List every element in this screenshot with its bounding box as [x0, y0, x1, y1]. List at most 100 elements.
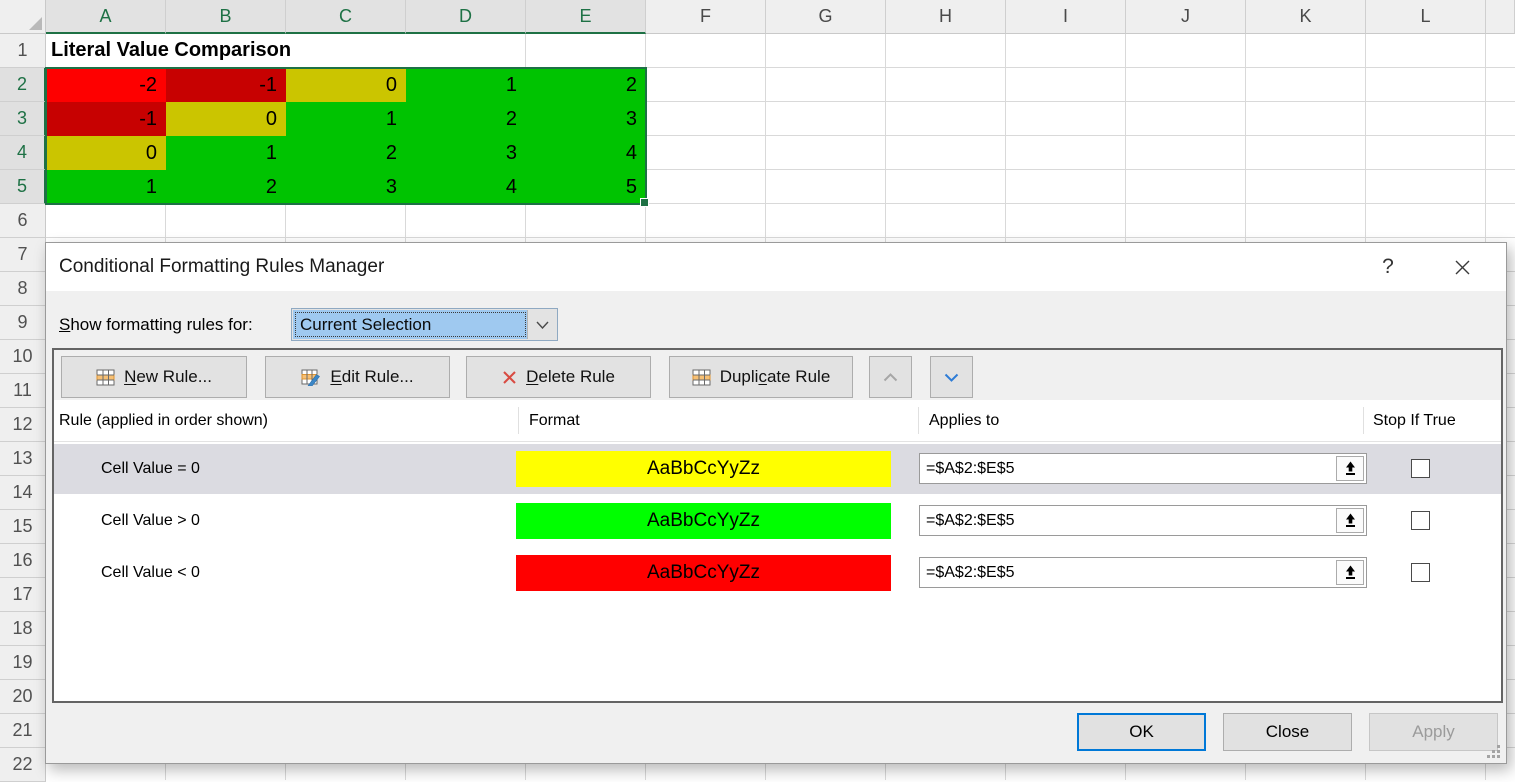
format-preview: AaBbCcYyZz — [516, 451, 891, 487]
duplicate-rule-button[interactable]: Duplicate Rule — [669, 356, 853, 398]
new-rule-button[interactable]: New Rule... — [61, 356, 247, 398]
column-header-h[interactable]: H — [886, 0, 1006, 34]
rules-list: Rule (applied in order shown) Format App… — [54, 400, 1501, 701]
close-icon[interactable] — [1454, 259, 1471, 276]
dialog-title: Conditional Formatting Rules Manager — [59, 243, 384, 291]
cell-e3[interactable]: 3 — [526, 102, 646, 136]
row-header-21[interactable]: 21 — [0, 714, 46, 748]
chevron-up-icon — [883, 373, 898, 382]
edit-rule-button[interactable]: Edit Rule... — [265, 356, 450, 398]
row-header-12[interactable]: 12 — [0, 408, 46, 442]
cell-e2[interactable]: 2 — [526, 68, 646, 102]
column-header-b[interactable]: B — [166, 0, 286, 34]
delete-rule-button[interactable]: Delete Rule — [466, 356, 651, 398]
new-rule-label: New Rule... — [124, 367, 212, 387]
table-edit-icon — [301, 369, 321, 386]
rule-row-2[interactable]: Cell Value > 0AaBbCcYyZz=$A$2:$E$5 — [54, 496, 1501, 546]
rule-rows: Cell Value = 0AaBbCcYyZz=$A$2:$E$5Cell V… — [54, 444, 1501, 598]
row-header-1[interactable]: 1 — [0, 34, 46, 68]
move-up-button[interactable] — [869, 356, 912, 398]
row-header-19[interactable]: 19 — [0, 646, 46, 680]
row-header-10[interactable]: 10 — [0, 340, 46, 374]
cell-b2[interactable]: -1 — [166, 68, 286, 102]
column-header-l[interactable]: L — [1366, 0, 1486, 34]
cell-c5[interactable]: 3 — [286, 170, 406, 204]
cell-c3[interactable]: 1 — [286, 102, 406, 136]
cell-b3[interactable]: 0 — [166, 102, 286, 136]
column-header-c[interactable]: C — [286, 0, 406, 34]
applies-to-value: =$A$2:$E$5 — [926, 506, 1015, 535]
header-rule: Rule (applied in order shown) — [59, 400, 268, 441]
cell-d2[interactable]: 1 — [406, 68, 526, 102]
column-header-g[interactable]: G — [766, 0, 886, 34]
rule-row-1[interactable]: Cell Value = 0AaBbCcYyZz=$A$2:$E$5 — [54, 444, 1501, 494]
header-stop-if-true: Stop If True — [1373, 400, 1456, 441]
column-header-f[interactable]: F — [646, 0, 766, 34]
stop-if-true-checkbox[interactable] — [1411, 511, 1430, 530]
cell-d5[interactable]: 4 — [406, 170, 526, 204]
row-header-20[interactable]: 20 — [0, 680, 46, 714]
resize-grip[interactable] — [1487, 745, 1501, 759]
column-header-a[interactable]: A — [46, 0, 166, 34]
row-header-3[interactable]: 3 — [0, 102, 46, 136]
show-rules-dropdown[interactable]: Current Selection — [291, 308, 558, 341]
applies-to-input[interactable]: =$A$2:$E$5 — [919, 453, 1367, 484]
select-all-corner[interactable] — [0, 0, 46, 34]
row-header-14[interactable]: 14 — [0, 476, 46, 510]
column-header-i[interactable]: I — [1006, 0, 1126, 34]
header-applies-to: Applies to — [929, 400, 999, 441]
close-button[interactable]: Close — [1223, 713, 1352, 751]
fill-handle[interactable] — [640, 198, 649, 207]
row-header-4[interactable]: 4 — [0, 136, 46, 170]
stop-if-true-checkbox[interactable] — [1411, 563, 1430, 582]
cell-a1-title[interactable]: Literal Value Comparison — [46, 34, 406, 67]
row-header-18[interactable]: 18 — [0, 612, 46, 646]
format-preview: AaBbCcYyZz — [516, 555, 891, 591]
chevron-down-icon[interactable] — [527, 310, 556, 339]
row-header-6[interactable]: 6 — [0, 204, 46, 238]
column-header-e[interactable]: E — [526, 0, 646, 34]
cell-c2[interactable]: 0 — [286, 68, 406, 102]
help-icon[interactable]: ? — [1376, 243, 1400, 291]
collapse-range-icon[interactable] — [1336, 508, 1364, 533]
cell-d3[interactable]: 2 — [406, 102, 526, 136]
row-header-5[interactable]: 5 — [0, 170, 46, 204]
row-header-17[interactable]: 17 — [0, 578, 46, 612]
cell-a5[interactable]: 1 — [46, 170, 166, 204]
cell-c4[interactable]: 2 — [286, 136, 406, 170]
cell-e4[interactable]: 4 — [526, 136, 646, 170]
row-header-16[interactable]: 16 — [0, 544, 46, 578]
move-down-button[interactable] — [930, 356, 973, 398]
cell-d4[interactable]: 3 — [406, 136, 526, 170]
row-header-11[interactable]: 11 — [0, 374, 46, 408]
column-header-d[interactable]: D — [406, 0, 526, 34]
collapse-range-icon[interactable] — [1336, 456, 1364, 481]
cell-a2[interactable]: -2 — [46, 68, 166, 102]
chevron-down-icon — [944, 373, 959, 382]
row-header-13[interactable]: 13 — [0, 442, 46, 476]
cell-e5[interactable]: 5 — [526, 170, 646, 204]
delete-rule-label: Delete Rule — [526, 367, 615, 387]
row-header-8[interactable]: 8 — [0, 272, 46, 306]
row-header-7[interactable]: 7 — [0, 238, 46, 272]
red-x-icon — [502, 370, 517, 385]
cell-a3[interactable]: -1 — [46, 102, 166, 136]
applies-to-value: =$A$2:$E$5 — [926, 558, 1015, 587]
edit-rule-label: Edit Rule... — [330, 367, 413, 387]
row-header-22[interactable]: 22 — [0, 748, 46, 782]
rule-row-3[interactable]: Cell Value < 0AaBbCcYyZz=$A$2:$E$5 — [54, 548, 1501, 598]
row-header-15[interactable]: 15 — [0, 510, 46, 544]
cell-b5[interactable]: 2 — [166, 170, 286, 204]
row-header-9[interactable]: 9 — [0, 306, 46, 340]
applies-to-input[interactable]: =$A$2:$E$5 — [919, 557, 1367, 588]
column-header-k[interactable]: K — [1246, 0, 1366, 34]
dialog-title-bar[interactable]: Conditional Formatting Rules Manager ? — [46, 243, 1506, 291]
row-header-2[interactable]: 2 — [0, 68, 46, 102]
cell-b4[interactable]: 1 — [166, 136, 286, 170]
ok-button[interactable]: OK — [1077, 713, 1206, 751]
applies-to-input[interactable]: =$A$2:$E$5 — [919, 505, 1367, 536]
cell-a4[interactable]: 0 — [46, 136, 166, 170]
stop-if-true-checkbox[interactable] — [1411, 459, 1430, 478]
collapse-range-icon[interactable] — [1336, 560, 1364, 585]
column-header-j[interactable]: J — [1126, 0, 1246, 34]
